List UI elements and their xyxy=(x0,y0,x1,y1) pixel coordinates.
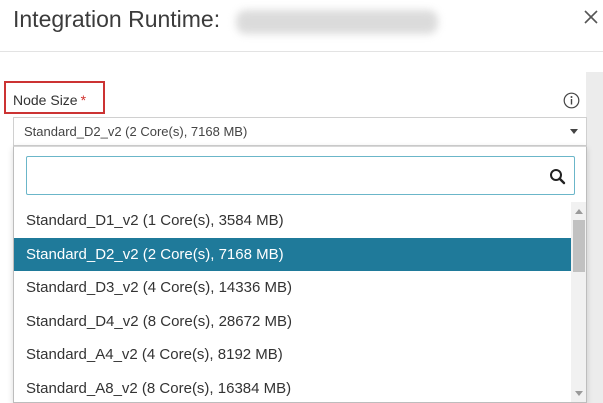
dropdown-search-box[interactable] xyxy=(26,156,575,195)
dropdown-option[interactable]: Standard_D2_v2 (2 Core(s), 7168 MB) xyxy=(14,237,571,271)
node-size-label: Node Size * xyxy=(13,92,87,108)
dialog-title: Integration Runtime: xyxy=(13,6,221,32)
node-size-dropdown: Standard_D1_v2 (1 Core(s), 3584 MB) Stand… xyxy=(13,146,587,403)
node-size-select[interactable]: Standard_D2_v2 (2 Core(s), 7168 MB) xyxy=(13,117,587,146)
dialog-header: Integration Runtime: xyxy=(0,0,603,52)
dropdown-search-input[interactable] xyxy=(35,163,535,189)
dropdown-option[interactable]: Standard_A4_v2 (4 Core(s), 8192 MB) xyxy=(14,338,571,371)
dropdown-option[interactable]: Standard_D4_v2 (8 Core(s), 28672 MB) xyxy=(14,305,571,338)
node-size-label-highlight: Node Size * xyxy=(4,81,105,114)
node-size-selected-value: Standard_D2_v2 (2 Core(s), 7168 MB) xyxy=(24,124,248,139)
dropdown-option[interactable]: Standard_D3_v2 (4 Core(s), 14336 MB) xyxy=(14,271,571,304)
scrollbar-thumb[interactable] xyxy=(573,220,585,272)
close-icon[interactable] xyxy=(580,6,602,28)
dropdown-option[interactable]: Standard_D1_v2 (1 Core(s), 3584 MB) xyxy=(14,204,571,237)
panel-scrollbar[interactable] xyxy=(586,72,603,403)
redacted-runtime-name xyxy=(236,10,438,34)
dropdown-scrollbar[interactable] xyxy=(571,202,586,402)
scroll-up-icon[interactable] xyxy=(575,209,583,214)
scroll-down-icon[interactable] xyxy=(575,391,583,396)
required-marker: * xyxy=(80,92,87,108)
search-icon[interactable] xyxy=(549,168,566,185)
dropdown-option[interactable]: Standard_A8_v2 (8 Core(s), 16384 MB) xyxy=(14,372,571,403)
chevron-down-icon xyxy=(570,129,578,134)
info-icon[interactable] xyxy=(563,92,580,109)
